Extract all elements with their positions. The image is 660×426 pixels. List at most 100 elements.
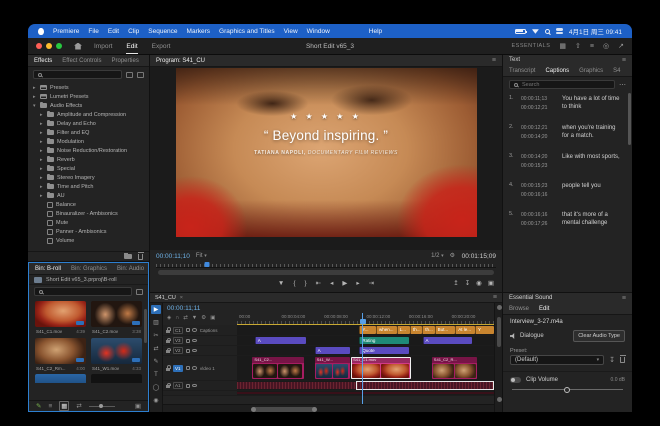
- caption-clip[interactable]: when...: [376, 326, 397, 334]
- list-view-icon[interactable]: ≡: [48, 403, 52, 410]
- tab-program[interactable]: Program: S41_CU: [156, 55, 205, 67]
- tab-sequence[interactable]: S41_CU: [155, 295, 176, 301]
- home-icon[interactable]: [74, 43, 82, 50]
- effects-tree-item-delay-and-echo[interactable]: ▸Delay and Echo: [28, 119, 149, 128]
- menu-graphics-and-titles[interactable]: Graphics and Titles: [219, 28, 275, 35]
- menu-window[interactable]: Window: [307, 28, 330, 35]
- tab-bin-graphics[interactable]: Bin: Graphics: [71, 263, 107, 274]
- graphic-clip-a[interactable]: A: [315, 347, 350, 354]
- captions-scrollbar[interactable]: [628, 93, 631, 145]
- v2-track-header[interactable]: V2: [163, 346, 237, 355]
- menu-clip[interactable]: Clip: [128, 28, 139, 35]
- tab-browse[interactable]: Browse: [509, 303, 529, 314]
- bin-scrollbar[interactable]: [144, 309, 147, 343]
- type-tool[interactable]: T: [151, 370, 161, 379]
- bin-clip-s41-c2-mov[interactable]: S41_C2.mov3:38: [91, 301, 142, 334]
- video-clip-s41-c2[interactable]: S41_C2...: [252, 357, 304, 379]
- caption-row[interactable]: 1.00:00:11;1300:00:12;21You have a lot o…: [509, 95, 624, 112]
- panel-menu-icon[interactable]: ≡: [493, 294, 497, 301]
- preset-dropdown[interactable]: (Default)▾: [510, 355, 604, 365]
- effects-search-input[interactable]: [33, 70, 122, 79]
- zoom-handle-icon[interactable]: [497, 305, 502, 310]
- workspace-label[interactable]: ESSENTIALS: [511, 43, 550, 49]
- snap-icon[interactable]: ∩: [175, 315, 179, 321]
- linked-selection-icon[interactable]: ⇄: [183, 315, 188, 321]
- track-badge[interactable]: V2: [173, 347, 184, 354]
- a2-track-header[interactable]: [163, 391, 237, 395]
- step-back-icon[interactable]: ◂: [330, 281, 333, 288]
- thumbnail-zoom-slider[interactable]: [89, 406, 115, 407]
- zoom-window-icon[interactable]: [56, 43, 62, 49]
- effects-tree-item-audio-effects[interactable]: ▾Audio Effects: [28, 101, 149, 110]
- lock-icon[interactable]: [166, 368, 170, 371]
- tab-effect-controls[interactable]: Effect Controls: [62, 55, 101, 66]
- program-mini-timeline[interactable]: [156, 262, 496, 268]
- delete-preset-icon[interactable]: [620, 357, 625, 363]
- bin-clip-s41-c1-mov[interactable]: S41_C1.mov4:39: [35, 301, 86, 334]
- stacked-panel-icon[interactable]: ≡: [590, 43, 594, 50]
- settings-icon[interactable]: ⚙: [201, 315, 206, 321]
- caption-text[interactable]: that it's more of a mental challenge: [562, 211, 624, 228]
- zoom-tool[interactable]: ◉: [151, 396, 161, 405]
- filter-audio-effects-icon[interactable]: [137, 72, 144, 78]
- caption-clip[interactable]: L...: [397, 326, 410, 334]
- clip-volume-slider[interactable]: [512, 389, 623, 390]
- tab-transcript[interactable]: Transcript: [509, 65, 535, 76]
- caption-clip[interactable]: Y...: [359, 326, 376, 334]
- track-badge[interactable]: V1: [173, 365, 184, 372]
- lock-icon[interactable]: [166, 350, 170, 353]
- caption-row[interactable]: 2.00:00:12;2100:00:14;20when you're trai…: [509, 124, 624, 141]
- add-marker-icon[interactable]: ▼: [278, 281, 284, 288]
- control-center-icon[interactable]: [556, 28, 563, 34]
- apple-icon[interactable]: [38, 28, 44, 35]
- step-forward-icon[interactable]: ▸: [356, 281, 359, 288]
- tab-captions[interactable]: Captions: [545, 65, 569, 77]
- video-clip-s41-w[interactable]: S41_W...: [315, 357, 350, 379]
- save-preset-icon[interactable]: ↧: [609, 356, 615, 364]
- quick-export-icon[interactable]: ⇧: [575, 43, 581, 50]
- header-tab-import[interactable]: Import: [94, 39, 112, 54]
- extract-icon[interactable]: ↧: [465, 281, 470, 288]
- caption-text[interactable]: when you're training for a match.: [562, 124, 624, 141]
- lock-icon[interactable]: [166, 385, 170, 388]
- delete-icon[interactable]: [138, 254, 143, 260]
- chevron-right-icon[interactable]: ▸: [40, 140, 44, 144]
- clip-thumbnail[interactable]: [91, 338, 142, 364]
- minimize-window-icon[interactable]: [46, 43, 52, 49]
- tab-s4[interactable]: S4: [613, 65, 620, 76]
- caption-row[interactable]: 3.00:00:14;2000:00:15;23Like with most s…: [509, 153, 624, 170]
- caption-row[interactable]: 5.00:00:16;1600:00:17;26that it's more o…: [509, 211, 624, 228]
- clip-thumbnail[interactable]: [35, 338, 86, 364]
- audio-selection[interactable]: [356, 381, 494, 390]
- shuffle-view-icon[interactable]: ⇄: [76, 402, 81, 410]
- timeline-ruler[interactable]: 00:0000:00:04:0000:00:08:0000:00:12:0000…: [237, 303, 494, 325]
- chevron-right-icon[interactable]: ▸: [40, 185, 44, 189]
- graphic-clip-quote[interactable]: Quote: [359, 347, 409, 354]
- settings-wrench-icon[interactable]: ⚙: [450, 253, 456, 259]
- menu-help[interactable]: Help: [369, 28, 382, 35]
- effects-tree-item-panner-ambisonics[interactable]: Panner - Ambisonics: [28, 227, 149, 236]
- effects-tree-item-presets[interactable]: ▸Presets: [28, 83, 149, 92]
- mark-in-icon[interactable]: {: [293, 281, 295, 288]
- fit-dropdown[interactable]: Fit ▾: [196, 253, 207, 259]
- eye-icon[interactable]: [192, 366, 197, 370]
- resolution-dropdown[interactable]: 1/2 ▾: [431, 253, 444, 259]
- razor-tool[interactable]: ✂: [151, 331, 161, 340]
- caption-clip[interactable]: th...: [410, 326, 422, 334]
- go-to-out-icon[interactable]: ⇥: [369, 281, 374, 288]
- tab-graphics[interactable]: Graphics: [579, 65, 603, 76]
- bin-search-input[interactable]: [34, 287, 132, 296]
- caption-text[interactable]: people tell you: [562, 182, 624, 199]
- effects-tree-item-modulation[interactable]: ▸Modulation: [28, 137, 149, 146]
- bin-clip-s41-c2-rm[interactable]: S41_C2_Rm...4:00: [35, 338, 86, 371]
- clip-volume-toggle[interactable]: [510, 377, 521, 383]
- menu-markers[interactable]: Markers: [187, 28, 210, 35]
- timeline-timecode[interactable]: 00:00:11;11: [167, 305, 233, 312]
- effects-tree-item-lumetri-presets[interactable]: ▸Lumetri Presets: [28, 92, 149, 101]
- chevron-right-icon[interactable]: ▸: [33, 95, 37, 99]
- panel-menu-icon[interactable]: ≡: [622, 295, 626, 302]
- effects-tree-item-mute[interactable]: Mute: [28, 218, 149, 227]
- caption-clip[interactable]: th...: [422, 326, 434, 334]
- bell-icon[interactable]: ◎: [603, 43, 609, 50]
- effects-tree-item-binauralizer-ambisonics[interactable]: Binauralizer - Ambisonics: [28, 209, 149, 218]
